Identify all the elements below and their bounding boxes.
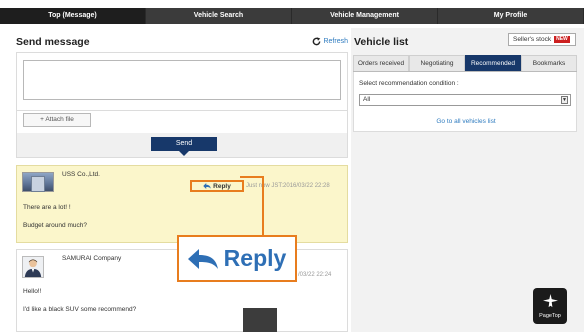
recommendation-condition-label: Select recommendation condition :: [359, 80, 459, 87]
new-badge: NEW: [554, 36, 570, 43]
all-vehicles-link[interactable]: Go to all vehicles list: [354, 118, 578, 125]
sellers-stock-label: Seller's stock: [513, 36, 552, 43]
message-line: Hello!!: [23, 288, 42, 295]
compose-divider: [17, 110, 347, 111]
select-value: All: [363, 96, 371, 103]
attach-file-button[interactable]: + Attach file: [23, 113, 91, 127]
tab-negotiating[interactable]: Negotiating: [409, 55, 465, 71]
page-top-button[interactable]: PageTop: [533, 288, 567, 324]
dark-overlay-block: [243, 308, 277, 332]
reply-label: Reply: [213, 182, 231, 190]
nav-top-message[interactable]: Top (Message): [0, 8, 146, 24]
person-icon: [24, 259, 42, 277]
message-line: There are a lot! !: [23, 204, 71, 211]
send-message-title: Send message: [16, 36, 90, 48]
sellers-stock-button[interactable]: Seller's stock NEW: [508, 33, 576, 46]
nav-vehicle-management[interactable]: Vehicle Management: [292, 8, 438, 24]
vehicle-list-section: Vehicle list Seller's stock NEW Orders r…: [351, 28, 584, 332]
reply-button[interactable]: Reply: [190, 180, 244, 192]
page-top-label: PageTop: [539, 313, 561, 319]
message-line: Budget around much?: [23, 222, 87, 229]
callout-connector: [240, 176, 264, 178]
send-notch: [179, 151, 189, 156]
send-message-section: Send message Refresh + Attach file Send …: [14, 28, 348, 332]
recommendation-condition-select[interactable]: All ▼: [359, 94, 571, 106]
person-avatar: [22, 256, 44, 278]
tab-orders-received[interactable]: Orders received: [353, 55, 409, 71]
message-textarea[interactable]: [23, 60, 341, 100]
vehicle-list-title: Vehicle list: [354, 36, 409, 48]
message-line: I'd like a black SUV some recommend?: [23, 306, 137, 313]
message-sender: SAMURAI Company: [62, 255, 122, 262]
compose-box: + Attach file Send: [16, 52, 348, 158]
message-timestamp: Just now JST:2016/03/22 22:28: [246, 183, 330, 189]
top-nav: Top (Message) Vehicle Search Vehicle Man…: [0, 8, 584, 24]
message-item: USS Co.,Ltd. Reply Just now JST:2016/03/…: [16, 165, 348, 243]
building-icon: [31, 176, 45, 192]
reply-callout-label: Reply: [223, 245, 287, 271]
reply-arrow-icon: [187, 248, 218, 269]
tab-recommended[interactable]: Recommended: [465, 55, 521, 71]
message-sender: USS Co.,Ltd.: [62, 171, 100, 178]
reply-callout: Reply: [177, 235, 297, 282]
refresh-label: Refresh: [323, 38, 348, 45]
message-timestamp: /03/22 22:24: [298, 272, 332, 278]
nav-vehicle-search[interactable]: Vehicle Search: [146, 8, 292, 24]
airplane-icon: [543, 294, 558, 308]
tab-bookmarks[interactable]: Bookmarks: [521, 55, 577, 71]
callout-connector: [262, 176, 264, 238]
company-avatar: [22, 172, 54, 192]
vehicle-tabs: Orders received Negotiating Recommended …: [353, 55, 577, 72]
reply-arrow-icon: [203, 183, 211, 189]
refresh-icon: [313, 37, 321, 46]
send-message-header: Send message Refresh: [14, 28, 348, 52]
recommended-panel: Select recommendation condition : All ▼ …: [353, 72, 577, 132]
refresh-button[interactable]: Refresh: [312, 37, 348, 46]
select-arrow-icon: ▼: [561, 96, 568, 104]
compose-area: + Attach file: [17, 53, 347, 133]
send-button[interactable]: Send: [151, 137, 217, 151]
nav-my-profile[interactable]: My Profile: [438, 8, 584, 24]
